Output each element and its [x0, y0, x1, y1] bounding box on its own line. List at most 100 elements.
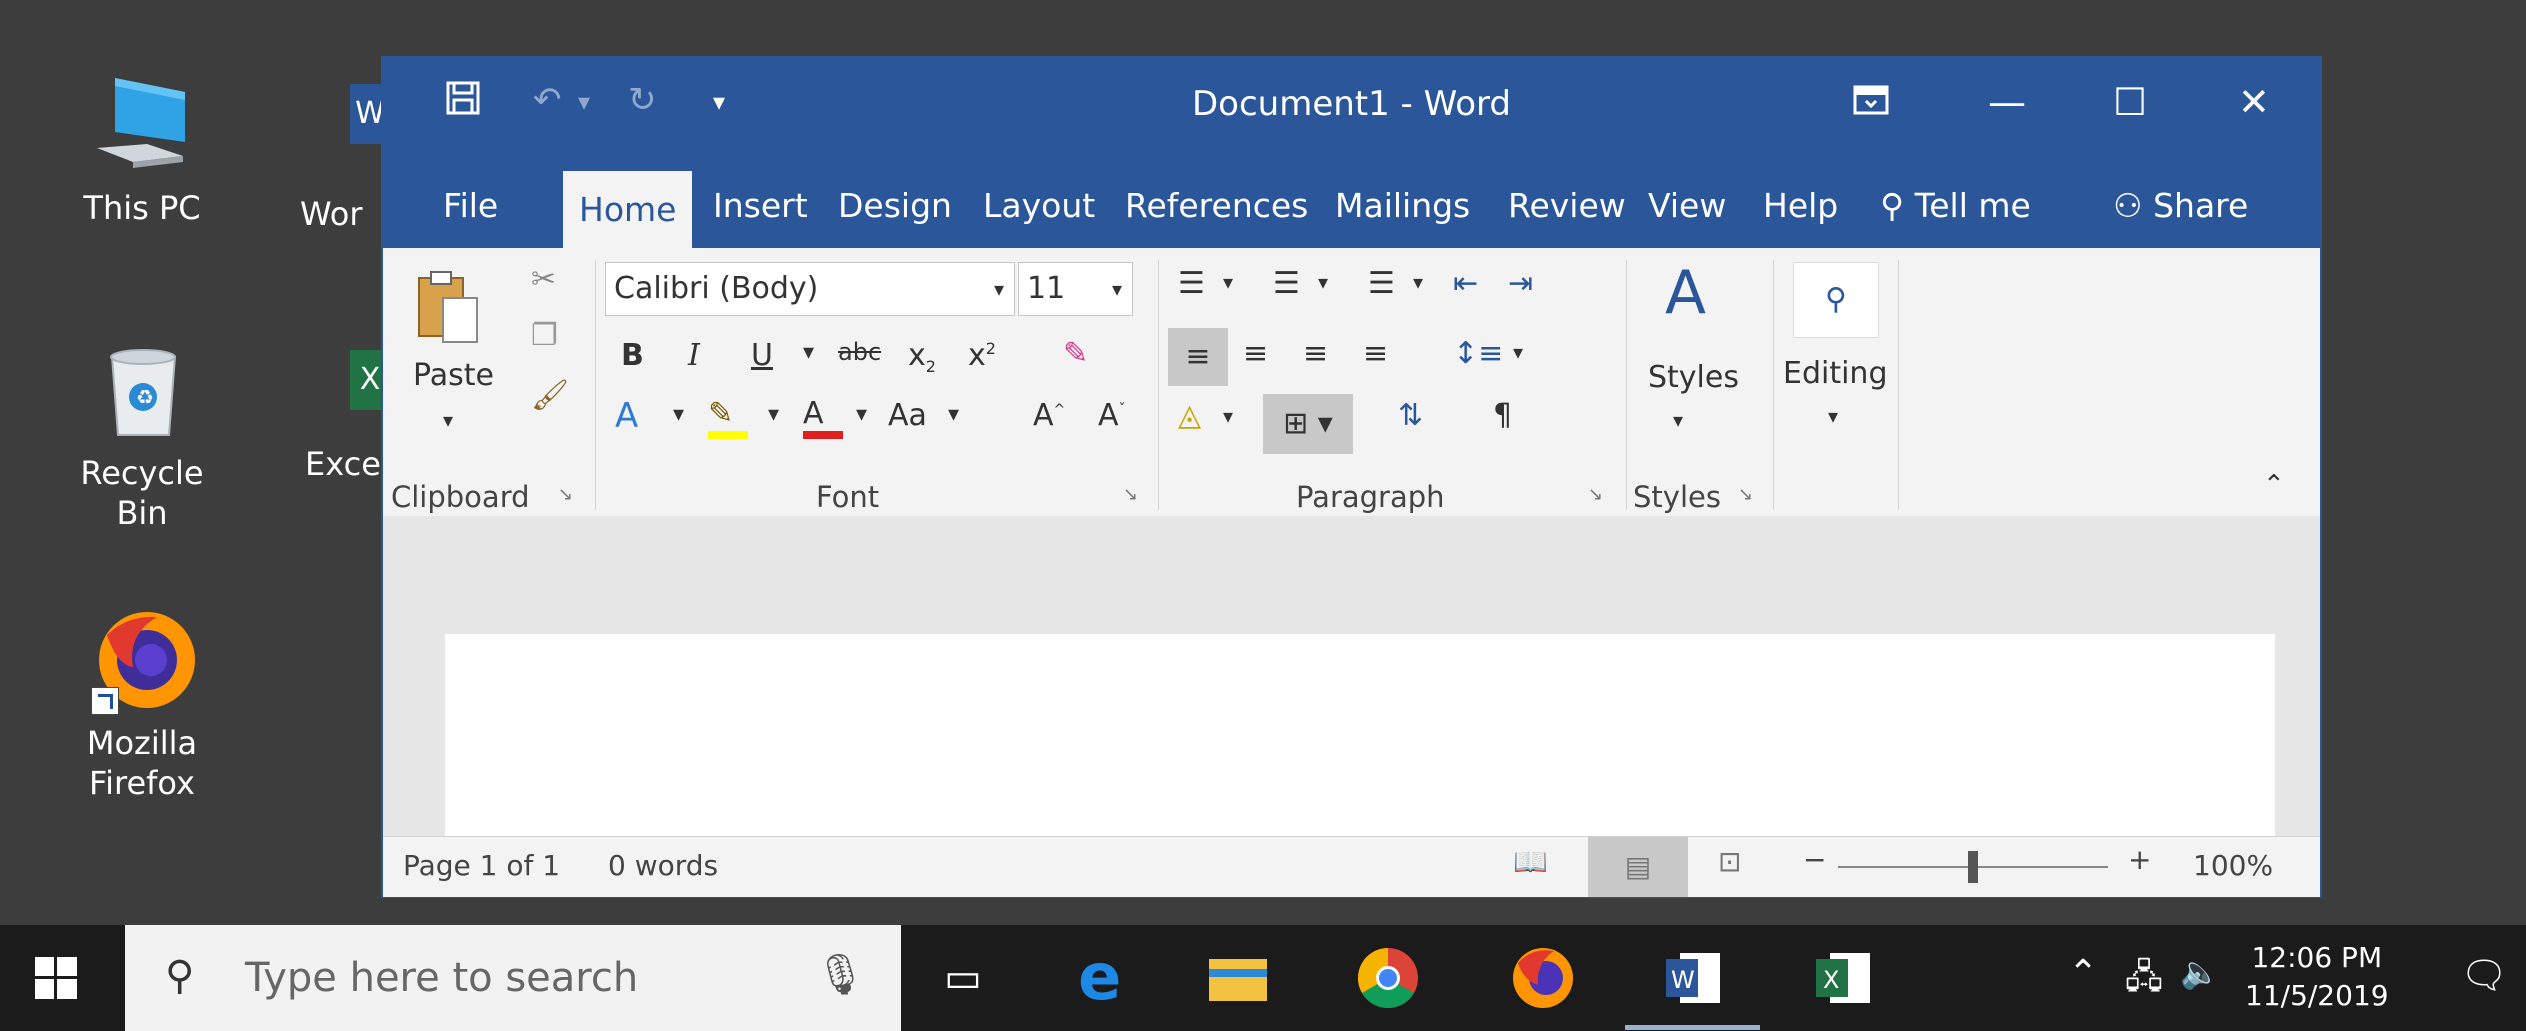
highlight-color-button[interactable]: ✎ [708, 396, 748, 439]
chevron-down-icon[interactable]: ▾ [1673, 408, 1683, 432]
font-name-combobox[interactable]: Calibri (Body) ▾ [605, 262, 1015, 316]
close-button[interactable]: ✕ [2238, 80, 2270, 124]
copy-icon[interactable]: ❐ [531, 318, 558, 353]
italic-button[interactable]: I [688, 338, 700, 373]
tab-home[interactable]: Home [563, 171, 693, 248]
file-explorer-icon[interactable] [1205, 945, 1271, 1011]
page-count[interactable]: Page 1 of 1 [403, 849, 560, 882]
taskbar-search[interactable]: ⚲ Type here to search 🎙 [125, 925, 901, 1031]
zoom-in-button[interactable]: + [2128, 843, 2151, 876]
chevron-down-icon[interactable]: ▾ [1513, 340, 1523, 364]
sort-button[interactable]: ⇅ [1398, 398, 1423, 433]
word-taskbar-icon[interactable]: W [1660, 945, 1726, 1011]
web-layout-icon[interactable]: ⊡ [1718, 845, 1741, 878]
justify-button[interactable]: ≡ [1363, 336, 1388, 371]
shading-button[interactable]: ◬ [1178, 398, 1201, 433]
find-icon[interactable]: ⚲ [1793, 262, 1879, 338]
desktop-icon-word[interactable]: W Wor [300, 84, 390, 234]
bullets-button[interactable]: ☰ [1178, 266, 1205, 301]
chevron-down-icon[interactable]: ▾ [1828, 404, 1838, 428]
superscript-button[interactable]: x2 [968, 338, 996, 373]
print-layout-icon[interactable]: ▤ [1588, 837, 1688, 897]
line-spacing-button[interactable]: ↕≡ [1453, 336, 1503, 371]
zoom-slider-thumb[interactable] [1968, 851, 1978, 883]
chevron-down-icon[interactable]: ▾ [1318, 270, 1328, 294]
borders-button[interactable]: ⊞ ▾ [1263, 394, 1353, 454]
action-center-icon[interactable]: 🗨 [2460, 953, 2508, 998]
excel-taskbar-icon[interactable]: X [1810, 945, 1876, 1011]
tab-insert[interactable]: Insert [713, 186, 808, 225]
tab-review[interactable]: Review [1508, 186, 1626, 225]
change-case-button[interactable]: Aa [888, 398, 927, 433]
tab-help[interactable]: Help [1763, 186, 1838, 225]
tab-design[interactable]: Design [838, 186, 952, 225]
chevron-down-icon[interactable]: ▾ [1223, 270, 1233, 294]
clock[interactable]: 12:06 PM 11/5/2019 [2245, 939, 2389, 1015]
edge-icon[interactable]: e [1070, 941, 1136, 1015]
align-left-button[interactable]: ≡ [1168, 328, 1228, 386]
microphone-icon[interactable]: 🎙 [815, 951, 866, 998]
word-count[interactable]: 0 words [608, 849, 718, 882]
numbering-button[interactable]: ☰ [1273, 266, 1300, 301]
chevron-down-icon[interactable]: ▾ [1223, 404, 1233, 428]
show-formatting-marks-button[interactable]: ¶ [1493, 398, 1512, 433]
strikethrough-button[interactable]: abc [838, 338, 881, 366]
editing-button-label[interactable]: Editing [1783, 356, 1888, 391]
ribbon-display-options-icon[interactable] [1853, 80, 1889, 124]
text-effects-button[interactable]: A [615, 396, 638, 436]
underline-button[interactable]: U [751, 338, 773, 373]
volume-icon[interactable]: 🔈 [2180, 953, 2220, 991]
bold-button[interactable]: B [621, 338, 644, 373]
styles-launcher-icon[interactable]: ↘ [1738, 484, 1753, 505]
paragraph-launcher-icon[interactable]: ↘ [1588, 484, 1603, 505]
chevron-down-icon[interactable]: ▾ [948, 402, 959, 427]
network-icon[interactable]: 🖧 [2125, 953, 2163, 1010]
maximize-button[interactable]: ☐ [2113, 80, 2147, 124]
styles-icon[interactable]: A [1665, 258, 1706, 328]
font-size-combobox[interactable]: 11 ▾ [1018, 262, 1133, 316]
tab-references[interactable]: References [1125, 186, 1308, 225]
tab-view[interactable]: View [1648, 186, 1726, 225]
chevron-down-icon[interactable]: ▾ [673, 402, 684, 427]
share-button[interactable]: ⚇ Share [2113, 186, 2248, 225]
font-color-button[interactable]: A [803, 396, 843, 439]
desktop-icon-excel[interactable]: X Exce [305, 350, 395, 484]
paste-button[interactable] [413, 268, 483, 356]
firefox-taskbar-icon[interactable] [1510, 945, 1576, 1011]
format-painter-icon[interactable]: 🖌 [531, 378, 569, 413]
grow-font-button[interactable]: A^ [1033, 398, 1065, 433]
start-button[interactable] [35, 957, 77, 1003]
document-page[interactable] [445, 634, 2275, 839]
multilevel-list-button[interactable]: ☰ [1368, 266, 1395, 301]
task-view-icon[interactable]: ▭ [930, 945, 996, 1011]
chrome-icon[interactable] [1355, 945, 1421, 1011]
desktop-icon-this-pc[interactable]: This PC [52, 70, 232, 228]
cut-icon[interactable]: ✂ [531, 262, 556, 297]
clipboard-launcher-icon[interactable]: ↘ [558, 484, 573, 505]
chevron-down-icon[interactable]: ▾ [1413, 270, 1423, 294]
align-right-button[interactable]: ≡ [1303, 336, 1328, 371]
tab-layout[interactable]: Layout [983, 186, 1095, 225]
chevron-down-icon[interactable]: ▾ [768, 402, 779, 427]
read-mode-icon[interactable]: 📖 [1513, 845, 1548, 878]
shrink-font-button[interactable]: Aˇ [1098, 398, 1126, 433]
desktop-icon-firefox[interactable]: Mozilla Firefox [52, 605, 232, 803]
underline-dropdown-icon[interactable]: ▾ [803, 340, 814, 365]
minimize-button[interactable]: — [1988, 80, 2026, 124]
chevron-down-icon[interactable]: ▾ [856, 402, 867, 427]
decrease-indent-button[interactable]: ⇤ [1453, 266, 1478, 301]
tab-file[interactable]: File [443, 186, 498, 225]
increase-indent-button[interactable]: ⇥ [1508, 266, 1533, 301]
styles-button-label[interactable]: Styles [1648, 360, 1739, 395]
collapse-ribbon-icon[interactable]: ⌃ [2263, 470, 2285, 500]
paste-dropdown-icon[interactable]: ▾ [443, 408, 453, 432]
zoom-out-button[interactable]: − [1803, 843, 1826, 876]
zoom-level[interactable]: 100% [2193, 849, 2273, 882]
tell-me-search[interactable]: ⚲ Tell me [1880, 186, 2031, 225]
desktop-icon-recycle-bin[interactable]: ♻ Recycle Bin [52, 335, 232, 533]
tab-mailings[interactable]: Mailings [1335, 186, 1470, 225]
clear-formatting-icon[interactable]: ✎ [1063, 336, 1088, 371]
align-center-button[interactable]: ≡ [1243, 336, 1268, 371]
font-launcher-icon[interactable]: ↘ [1123, 484, 1138, 505]
subscript-button[interactable]: x2 [908, 338, 936, 376]
